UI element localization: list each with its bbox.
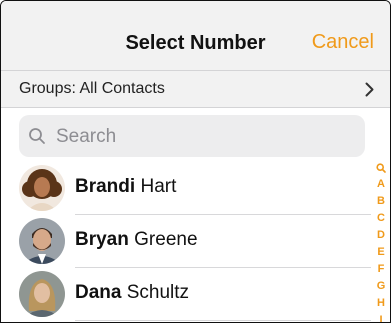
- cancel-button[interactable]: Cancel: [312, 31, 374, 54]
- index-letter-e[interactable]: E: [374, 244, 388, 261]
- index-letter-a[interactable]: A: [374, 176, 388, 193]
- contact-row[interactable]: Bryan Greene: [1, 215, 371, 268]
- index-letter-d[interactable]: D: [374, 227, 388, 244]
- navigation-bar: Select Number Cancel: [1, 1, 390, 71]
- index-search-icon[interactable]: [374, 159, 388, 176]
- avatar: [19, 218, 65, 264]
- index-letter-h[interactable]: H: [374, 295, 388, 312]
- index-letter-i[interactable]: I: [374, 312, 388, 322]
- groups-selector[interactable]: Groups: All Contacts: [1, 71, 390, 108]
- groups-label: Groups: All Contacts: [19, 80, 165, 97]
- contact-name: Brandi Hart: [75, 176, 177, 197]
- search-input[interactable]: [54, 123, 358, 151]
- row-separator: [75, 320, 371, 321]
- avatar: [19, 271, 65, 317]
- avatar: [19, 165, 65, 211]
- chevron-right-icon: [365, 82, 374, 102]
- index-letter-c[interactable]: C: [374, 210, 388, 227]
- index-letter-b[interactable]: B: [374, 193, 388, 210]
- contact-picker-window: Select Number Cancel Groups: All Contact…: [0, 0, 391, 323]
- contact-name: Bryan Greene: [75, 229, 198, 250]
- contact-row[interactable]: Brandi Hart: [1, 162, 371, 215]
- search-field[interactable]: [19, 115, 365, 157]
- search-icon: [28, 127, 46, 150]
- contact-row[interactable]: Dana Schultz: [1, 268, 371, 321]
- index-letter-g[interactable]: G: [374, 278, 388, 295]
- section-index[interactable]: A B C D E F G H I: [374, 159, 388, 322]
- contact-name: Dana Schultz: [75, 282, 190, 303]
- index-letter-f[interactable]: F: [374, 261, 388, 278]
